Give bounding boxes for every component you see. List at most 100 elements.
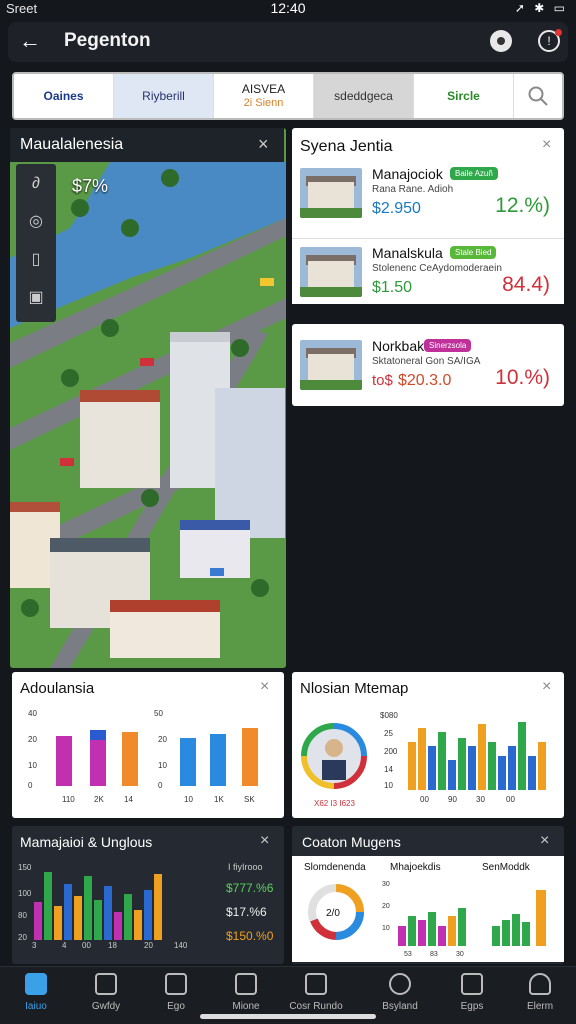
- map-header: Maualalenesia ×: [10, 128, 284, 162]
- listing-subtitle: Rana Rane. Adioh: [372, 184, 454, 195]
- alert-icon[interactable]: !: [538, 29, 562, 52]
- nav-elerm[interactable]: Elerm: [508, 973, 572, 1012]
- nav-bsyland[interactable]: Bsyland: [368, 973, 432, 1012]
- search-icon: [528, 86, 548, 106]
- category-tabs: Oaines Riyberill AISVEA 2i Sienn sdeddgec…: [12, 72, 564, 120]
- x-tick: 10: [184, 795, 193, 804]
- x-tick: 00: [420, 795, 429, 804]
- x-tick: 20: [144, 941, 153, 950]
- layers-icon[interactable]: ▣: [24, 286, 48, 310]
- y-tick: 100: [18, 889, 32, 898]
- x-tick: 1K: [214, 795, 224, 804]
- subtitle: SenModdk: [482, 862, 531, 873]
- donut-and-bars: Slomdenenda Mhajoekdis SenModdk 2/0 30 2…: [304, 862, 546, 958]
- nav-cosr-rundo[interactable]: Cosr Rundo: [284, 973, 348, 1012]
- nav-home[interactable]: Iaiuo: [4, 973, 68, 1012]
- x-tick: 30: [476, 795, 485, 804]
- close-icon[interactable]: ×: [542, 136, 551, 154]
- listing-price: $2.950: [372, 200, 421, 217]
- y-tick: 10: [384, 781, 393, 790]
- listing-name: Norkbak: [372, 338, 425, 354]
- listing-item[interactable]: Norkbak Sinerzsola Sktatoneral Gon SA/IG…: [292, 332, 564, 398]
- x-tick: 18: [108, 941, 117, 950]
- y-tick: 0: [158, 781, 163, 790]
- legend-value: $777.%6: [226, 881, 274, 895]
- x-tick: 14: [124, 795, 133, 804]
- y-tick: 20: [18, 933, 27, 942]
- bar: [242, 728, 258, 786]
- tab-sdeddgeca[interactable]: sdeddgeca: [314, 74, 414, 118]
- y-tick: 150: [18, 863, 32, 872]
- close-icon[interactable]: ×: [260, 678, 269, 696]
- nav-egps[interactable]: Egps: [440, 973, 504, 1012]
- document-icon: [461, 973, 483, 995]
- building-icon[interactable]: ▯: [24, 248, 48, 272]
- chart-card-adoulansia: Adoulansia × 40 20 10 0 110 2K 14 50 20 …: [12, 672, 284, 818]
- bar: [122, 732, 138, 786]
- stacked-bar-chart: 150 100 80 20 3 4 00 18 20 140 I fiyIroo…: [18, 862, 274, 950]
- y-tick: 14: [384, 765, 393, 774]
- target-icon[interactable]: ◎: [24, 210, 48, 234]
- map-percent-label: $7%: [72, 176, 109, 196]
- nav-ego[interactable]: Ego: [144, 973, 208, 1012]
- status-bar: Sreet 12:40 ➚ ✱ ▭: [0, 0, 576, 18]
- tab-label: Oaines: [43, 88, 84, 103]
- close-icon[interactable]: ×: [542, 678, 551, 696]
- tab-oaines[interactable]: Oaines: [14, 74, 114, 118]
- listing-badge: Baile Azuñ: [450, 167, 498, 180]
- filter-icon: [235, 973, 257, 995]
- x-tick: SK: [244, 795, 255, 804]
- page-title: Pegenton: [64, 30, 151, 51]
- y-tick: 30: [382, 881, 390, 888]
- bar: [180, 738, 196, 786]
- legend-value: $17.%6: [226, 905, 267, 919]
- y-tick: 80: [18, 911, 27, 920]
- listing-item[interactable]: Manajociok Baile Azuñ Rana Rane. Adioh $…: [292, 160, 564, 226]
- location-pin-icon[interactable]: [490, 30, 512, 52]
- nav-label: Egps: [460, 1001, 484, 1012]
- chart-title: Nlosian Mtemap: [300, 680, 409, 697]
- map-toolbar: ∂ ◎ ▯ ▣: [16, 164, 56, 322]
- tab-riyberill[interactable]: Riyberill: [114, 74, 214, 118]
- y-tick: 20: [28, 735, 37, 744]
- map-title: Maualalenesia: [20, 136, 124, 153]
- tab-aisvea[interactable]: AISVEA 2i Sienn: [214, 74, 314, 118]
- listing-name: Manalskula: [372, 245, 443, 261]
- y-tick: 40: [28, 709, 37, 718]
- subtitle: Mhajoekdis: [390, 862, 441, 873]
- status-icons: ➚ ✱ ▭: [514, 1, 568, 15]
- tab-sircle[interactable]: Sircle: [414, 74, 514, 118]
- close-icon[interactable]: ×: [540, 832, 549, 850]
- chart-body: Slomdenenda Mhajoekdis SenModdk 2/0 30 2…: [292, 856, 564, 962]
- nav-label: Ego: [167, 1001, 185, 1012]
- x-tick: 3: [32, 941, 37, 950]
- chart-card-mamajaioi: Mamajaioi & Unglous × 150 100 80 20 3 4 …: [12, 826, 284, 964]
- y-tick: $080: [380, 711, 398, 720]
- nav-mione[interactable]: Mione: [214, 973, 278, 1012]
- lasso-icon[interactable]: ∂: [24, 172, 48, 196]
- property-thumbnail: [300, 168, 362, 218]
- close-icon[interactable]: ×: [258, 134, 269, 155]
- nav-label: Gwfdy: [91, 1001, 121, 1012]
- y-tick: 200: [384, 747, 398, 756]
- nav-gwfdy[interactable]: Gwfdy: [74, 973, 138, 1012]
- y-tick: 10: [158, 761, 167, 770]
- chart-title: Coaton Mugens: [302, 834, 401, 850]
- property-thumbnail: [300, 247, 362, 297]
- search-icon: [389, 973, 411, 995]
- x-tick: 00: [82, 941, 91, 950]
- property-thumbnail: [300, 340, 362, 390]
- bar: [56, 736, 72, 786]
- chart-card-nlosian: Nlosian Mtemap × X62 I3 I623 $080 25 200…: [292, 672, 564, 818]
- tab-label: Sircle: [447, 88, 480, 103]
- close-icon[interactable]: ×: [260, 832, 269, 850]
- chart-title: Mamajaioi & Unglous: [20, 834, 153, 850]
- listing-badge: Sinerzsola: [424, 339, 472, 352]
- listing-change: 10.%): [495, 366, 550, 389]
- chart-title: Adoulansia: [20, 680, 95, 697]
- back-arrow-icon[interactable]: ←: [16, 28, 44, 54]
- bar-segment: [90, 730, 106, 740]
- listing-item[interactable]: Manalskula Stale Bied Stolenenc CeAydomo…: [292, 238, 564, 304]
- home-indicator: [200, 1014, 376, 1019]
- search-button[interactable]: [514, 74, 562, 118]
